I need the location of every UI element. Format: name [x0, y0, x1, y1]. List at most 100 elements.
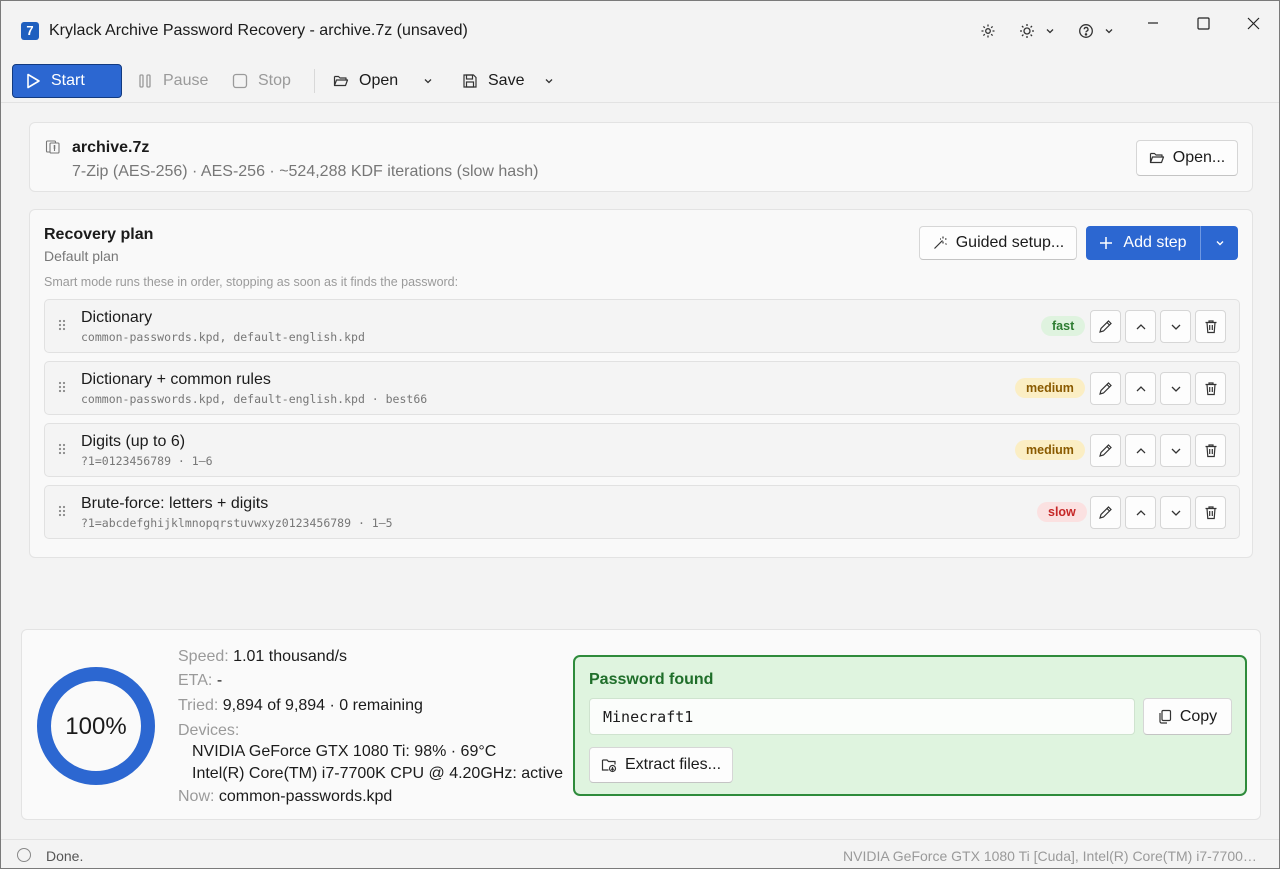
step-name: Digits (up to 6): [81, 433, 186, 450]
pencil-icon: [1099, 444, 1112, 457]
add-step-dropdown-chevron-icon[interactable]: [1201, 226, 1238, 260]
extract-files-label: Extract files...: [624, 756, 722, 773]
plan-hint: Smart mode runs these in order, stopping…: [44, 275, 459, 289]
edit-step-button[interactable]: [1090, 310, 1121, 343]
open-button[interactable]: Open: [323, 64, 408, 98]
device-item: Intel(R) Core(TM) i7-7700K CPU @ 4.20GHz…: [192, 765, 564, 782]
devices-stat: Devices:: [178, 722, 239, 740]
chevron-up-icon: [1136, 447, 1145, 453]
step-name: Dictionary + common rules: [81, 371, 271, 388]
delete-step-button[interactable]: [1195, 372, 1226, 405]
eta-label: ETA:: [178, 672, 213, 689]
plan-step[interactable]: Dictionary + common rules common-passwor…: [44, 361, 1240, 415]
speed-label: Speed:: [178, 648, 229, 665]
archive-name: archive.7z: [72, 139, 150, 156]
plan-step[interactable]: Brute-force: letters + digits ?1=abcdefg…: [44, 485, 1240, 539]
pencil-icon: [1099, 382, 1112, 395]
trash-icon: [1205, 444, 1216, 458]
drag-handle-icon[interactable]: [57, 380, 67, 397]
delete-step-button[interactable]: [1195, 496, 1226, 529]
eta-stat: ETA: -: [178, 672, 222, 690]
move-down-button[interactable]: [1160, 372, 1191, 405]
chevron-down-icon: [1171, 448, 1180, 454]
settings-gear-icon[interactable]: [977, 20, 999, 42]
speed-badge: fast: [1041, 316, 1086, 336]
eta-value: -: [216, 672, 223, 689]
plan-step[interactable]: Digits (up to 6) ?1=0123456789 · 1–6 med…: [44, 423, 1240, 477]
magic-wand-icon: [933, 236, 947, 249]
progress-percent: 100%: [65, 713, 126, 740]
add-step-button[interactable]: Add step: [1086, 226, 1200, 260]
chevron-up-icon: [1136, 385, 1145, 391]
plan-subtitle: Default plan: [44, 248, 119, 264]
folder-open-icon: [1149, 152, 1164, 164]
trash-icon: [1205, 382, 1216, 396]
speed-badge: medium: [1015, 378, 1085, 398]
copy-button[interactable]: Copy: [1143, 698, 1232, 735]
open-dropdown-chevron-icon[interactable]: [413, 64, 443, 98]
move-down-button[interactable]: [1160, 434, 1191, 467]
save-label: Save: [488, 72, 525, 89]
guided-setup-button[interactable]: Guided setup...: [919, 226, 1077, 260]
status-text: Done.: [46, 848, 84, 864]
pencil-icon: [1099, 320, 1112, 333]
move-up-button[interactable]: [1125, 496, 1156, 529]
drag-handle-icon[interactable]: [57, 504, 67, 521]
edit-step-button[interactable]: [1090, 496, 1121, 529]
recovery-plan-card: Recovery plan Default plan Smart mode ru…: [29, 209, 1253, 558]
progress-card: 100% Speed: 1.01 thousand/s ETA: - Tried…: [21, 629, 1261, 820]
minimize-button[interactable]: [1133, 9, 1173, 37]
save-dropdown-chevron-icon[interactable]: [534, 64, 564, 98]
theme-sun-icon[interactable]: [1016, 20, 1038, 42]
title-bar: 7 Krylack Archive Password Recovery - ar…: [1, 1, 1279, 59]
help-chevron-down-icon[interactable]: [1098, 20, 1120, 42]
pause-button[interactable]: Pause: [127, 64, 218, 98]
extract-files-button[interactable]: Extract files...: [589, 747, 733, 783]
speed-badge: medium: [1015, 440, 1085, 460]
maximize-button[interactable]: [1183, 9, 1223, 37]
close-button[interactable]: [1233, 9, 1273, 37]
theme-chevron-down-icon[interactable]: [1039, 20, 1061, 42]
step-name: Brute-force: letters + digits: [81, 495, 269, 512]
archive-open-button[interactable]: Open...: [1136, 140, 1238, 176]
chevron-down-icon: [1171, 510, 1180, 516]
stop-icon: [232, 73, 248, 89]
start-button[interactable]: Start: [12, 64, 122, 98]
save-button[interactable]: Save: [452, 64, 534, 98]
move-up-button[interactable]: [1125, 372, 1156, 405]
move-down-button[interactable]: [1160, 496, 1191, 529]
plan-title: Recovery plan: [44, 226, 154, 243]
edit-step-button[interactable]: [1090, 434, 1121, 467]
move-up-button[interactable]: [1125, 310, 1156, 343]
pause-icon: [139, 74, 151, 88]
stop-button[interactable]: Stop: [222, 64, 301, 98]
delete-step-button[interactable]: [1195, 434, 1226, 467]
stop-label: Stop: [258, 72, 291, 89]
delete-step-button[interactable]: [1195, 310, 1226, 343]
copy-label: Copy: [1179, 707, 1218, 725]
plan-step[interactable]: Dictionary common-passwords.kpd, default…: [44, 299, 1240, 353]
move-down-button[interactable]: [1160, 310, 1191, 343]
now-label: Now:: [178, 788, 215, 805]
drag-handle-icon[interactable]: [57, 442, 67, 459]
move-up-button[interactable]: [1125, 434, 1156, 467]
drag-handle-icon[interactable]: [57, 318, 67, 335]
app-window: 7 Krylack Archive Password Recovery - ar…: [0, 0, 1280, 869]
edit-step-button[interactable]: [1090, 372, 1121, 405]
copy-icon: [1159, 709, 1171, 724]
toolbar: Start Pause Stop Open Save: [1, 59, 1279, 103]
devices-label: Devices:: [178, 722, 240, 739]
status-devices: NVIDIA GeForce GTX 1080 Ti [Cuda], Intel…: [843, 848, 1263, 864]
chevron-down-icon: [1171, 386, 1180, 392]
archive-info-card: archive.7z 7-Zip (AES-256) · AES-256 · ~…: [29, 122, 1253, 192]
speed-stat: Speed: 1.01 thousand/s: [178, 648, 347, 666]
step-detail: common-passwords.kpd, default-english.kp…: [81, 330, 365, 344]
step-detail: common-passwords.kpd, default-english.kp…: [81, 392, 428, 406]
password-field[interactable]: Minecraft1: [589, 698, 1135, 735]
step-name: Dictionary: [81, 309, 153, 326]
add-step-split-button: Add step: [1086, 226, 1238, 260]
help-icon[interactable]: [1075, 20, 1097, 42]
trash-icon: [1205, 506, 1216, 520]
speed-badge: slow: [1037, 502, 1087, 522]
now-stat: Now: common-passwords.kpd: [178, 788, 392, 806]
